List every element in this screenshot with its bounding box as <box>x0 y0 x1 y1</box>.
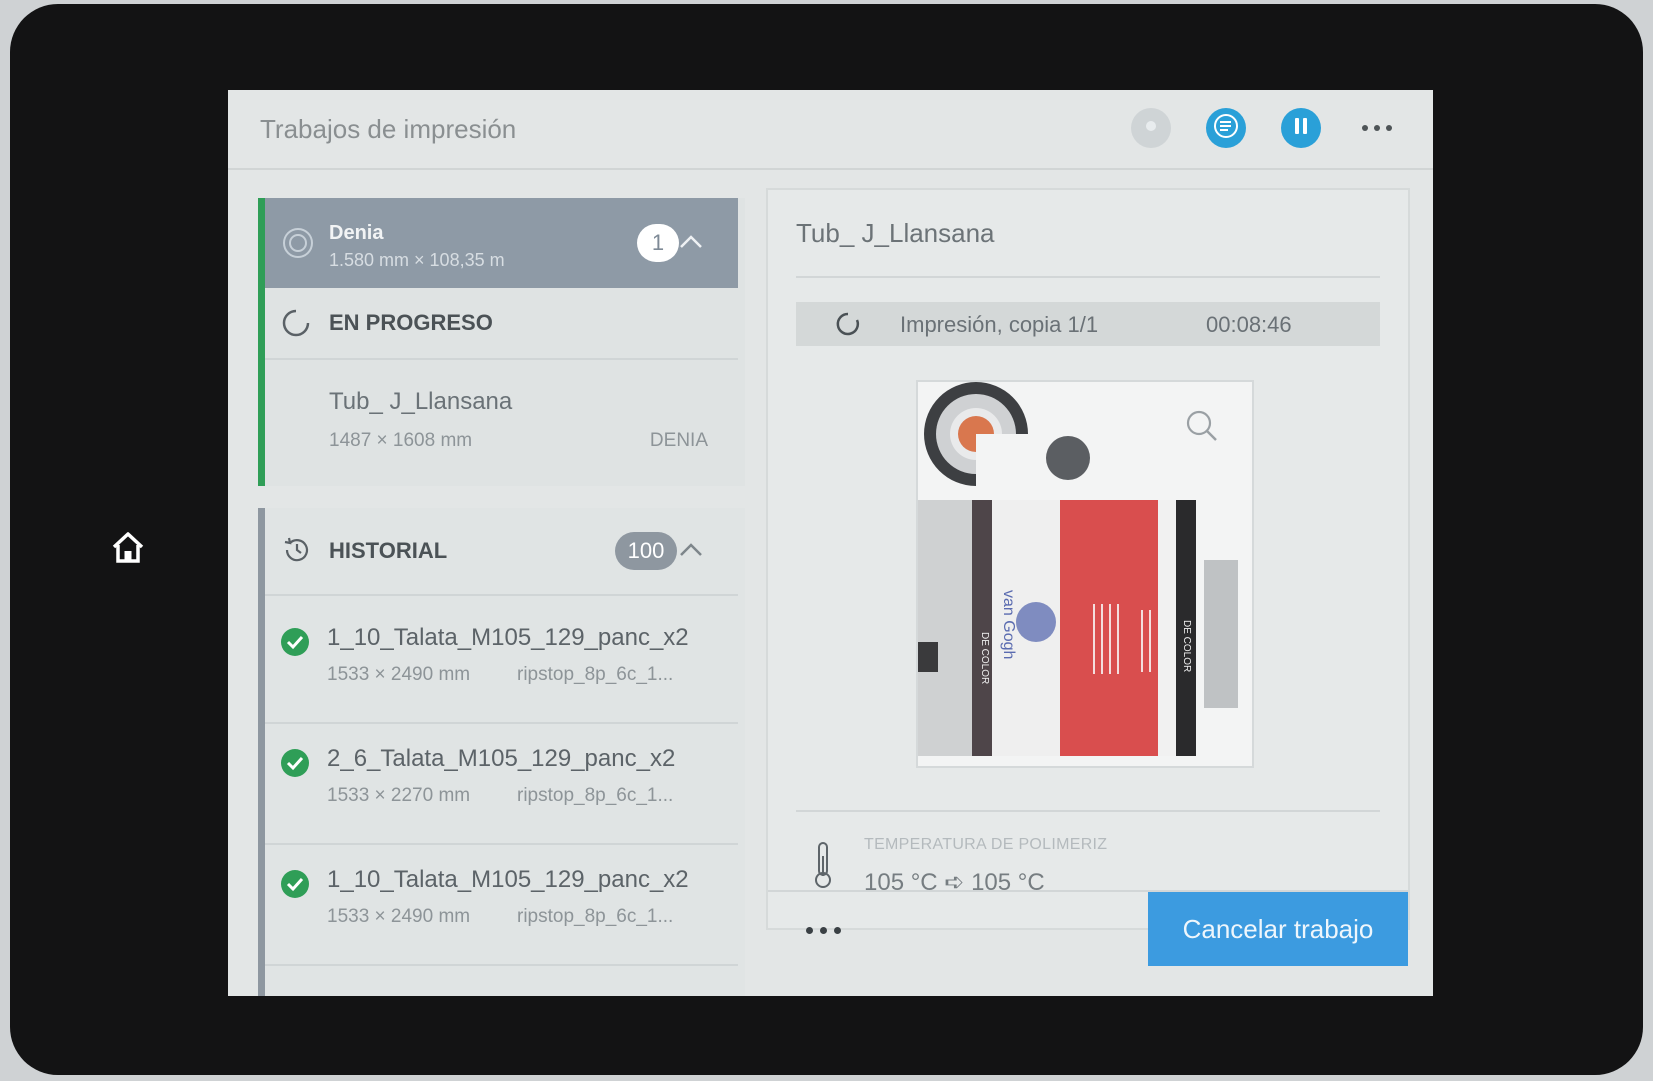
elapsed-time: 00:08:46 <box>1206 312 1292 337</box>
history-header[interactable]: HISTORIAL 100 <box>265 508 738 596</box>
history-item-material: ripstop_8p_6c_1... <box>517 664 674 685</box>
zoom-magnifier-icon[interactable] <box>1182 406 1222 446</box>
preview-strip-right-text: DE COLOR <box>1181 620 1192 672</box>
check-circle-icon <box>279 626 311 658</box>
spinner-icon <box>834 310 862 338</box>
history-item-name: 2_6_Talata_M105_129_panc_x2 <box>327 745 676 772</box>
history-label: HISTORIAL <box>329 538 448 563</box>
job-preview-thumbnail[interactable]: DE COLOR van Gogh DE COLOR <box>916 380 1254 768</box>
divider <box>796 276 1380 278</box>
more-options-button[interactable] <box>1352 108 1402 148</box>
queue-header[interactable]: Denia 1.580 mm × 108,35 m 1 <box>265 198 738 288</box>
print-status-text: Impresión, copia 1/1 <box>900 312 1099 337</box>
top-bar: Trabajos de impresión <box>228 90 1433 170</box>
in-progress-section: EN PROGRESO <box>265 288 738 360</box>
history-card: HISTORIAL 100 1_10_Talata_M105_129_panc_… <box>258 508 745 996</box>
pause-icon <box>1290 115 1312 142</box>
preview-brand-text: van Gogh <box>1000 590 1017 659</box>
current-job-queue-tag: DENIA <box>649 430 708 451</box>
chevron-up-icon[interactable] <box>677 228 705 256</box>
queue-count-badge: 1 <box>637 224 679 262</box>
history-item-dimensions: 1533 × 2490 mm <box>327 664 471 685</box>
job-more-options-button[interactable] <box>796 910 850 950</box>
check-circle-icon <box>279 868 311 900</box>
print-status-bar: Impresión, copia 1/1 00:08:46 <box>796 302 1380 346</box>
history-clock-icon <box>281 534 313 571</box>
home-icon[interactable] <box>105 524 151 570</box>
history-count-badge: 100 <box>615 532 677 570</box>
chevron-up-icon[interactable] <box>677 536 705 564</box>
queue-list-icon <box>1213 113 1239 144</box>
temperature-label: TEMPERATURA DE POLIMERIZ <box>864 836 1108 853</box>
history-item[interactable]: 1_10_Talata_M105_129_panc_x2 1533 × 2490… <box>265 838 738 966</box>
check-circle-icon <box>279 747 311 779</box>
queue-name: Denia <box>329 222 384 244</box>
current-job-dimensions: 1487 × 1608 mm <box>329 430 473 451</box>
printer-screen: Trabajos de impresión Denia 1.580 mm × 1… <box>228 90 1433 996</box>
cancel-job-button[interactable]: Cancelar trabajo <box>1148 892 1408 966</box>
more-horizontal-icon <box>805 926 813 934</box>
current-job-name: Tub_ J_Llansana <box>329 388 513 415</box>
spinner-icon <box>281 308 311 343</box>
in-progress-label: EN PROGRESO <box>329 310 493 335</box>
history-item-dimensions: 1533 × 2490 mm <box>327 906 471 927</box>
preview-strip-left-text: DE COLOR <box>979 632 990 684</box>
job-detail-panel: Tub_ J_Llansana Impresión, copia 1/1 00:… <box>766 188 1410 966</box>
history-item-dimensions: 1533 × 2270 mm <box>327 785 471 806</box>
history-item-name: 1_10_Talata_M105_129_panc_x2 <box>327 624 689 651</box>
queue-dimensions: 1.580 mm × 108,35 m <box>329 250 505 270</box>
history-item-material: ripstop_8p_6c_1... <box>517 785 674 806</box>
queue-button[interactable] <box>1206 108 1246 148</box>
page-title: Trabajos de impresión <box>260 114 517 144</box>
disabled-action-icon <box>1141 116 1161 141</box>
thermometer-icon <box>810 840 836 890</box>
queue-card: Denia 1.580 mm × 108,35 m 1 EN PROGRESO … <box>258 198 745 486</box>
history-item-name: 1_10_Talata_M105_129_panc_x2 <box>327 866 689 893</box>
current-job-item[interactable]: Tub_ J_Llansana 1487 × 1608 mm DENIA <box>265 358 738 486</box>
history-item-material: ripstop_8p_6c_1... <box>517 906 674 927</box>
detail-footer: Cancelar trabajo <box>768 890 1408 972</box>
disabled-action-button[interactable] <box>1131 108 1171 148</box>
pause-button[interactable] <box>1281 108 1321 148</box>
print-queue-icon <box>281 226 315 260</box>
history-item[interactable]: 2_6_Talata_M105_129_panc_x2 1533 × 2270 … <box>265 717 738 845</box>
divider <box>796 810 1380 812</box>
history-item[interactable]: 1_10_Talata_M105_129_panc_x2 1533 × 2490… <box>265 596 738 724</box>
more-horizontal-icon <box>1362 125 1368 131</box>
job-detail-title: Tub_ J_Llansana <box>796 218 995 248</box>
